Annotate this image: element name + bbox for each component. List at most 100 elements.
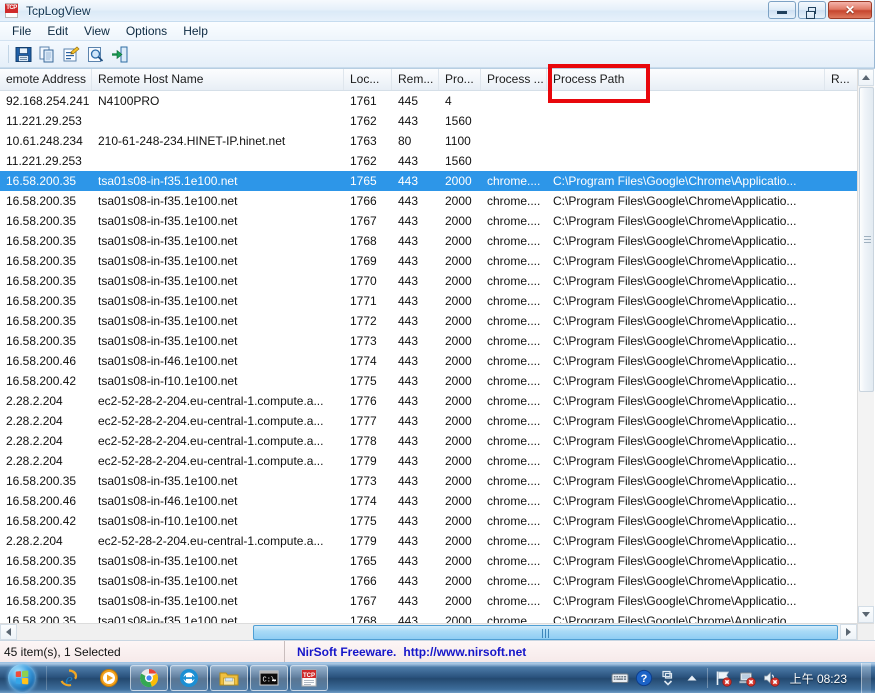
column-header-remote-host-name[interactable]: Remote Host Name [92,69,344,90]
column-header-remote-address[interactable]: emote Address [0,69,92,90]
column-header-remote-port[interactable]: Rem... [392,69,439,90]
cell-process-id: 2000 [445,394,472,408]
menu-edit[interactable]: Edit [39,23,76,40]
start-button[interactable] [0,663,44,694]
nirsoft-link[interactable]: NirSoft Freeware. http://www.nirsoft.net [285,645,526,659]
cell-remote-address: 10.61.248.234 [6,134,83,148]
table-row[interactable]: 16.58.200.35 tsa01s08-in-f35.1e100.net 177… [0,471,857,491]
menu-view[interactable]: View [76,23,118,40]
menu-options[interactable]: Options [118,23,175,40]
cell-process-id: 2000 [445,434,472,448]
horizontal-scrollbar[interactable] [0,623,857,640]
table-row[interactable]: 16.58.200.35 tsa01s08-in-f35.1e100.net 176… [0,571,857,591]
cell-local-port: 1767 [350,214,377,228]
cell-process-id: 2000 [445,174,472,188]
properties-button[interactable] [60,43,82,65]
taskbar-item-teamviewer[interactable] [170,665,208,691]
table-row[interactable]: 16.58.200.35 tsa01s08-in-f35.1e100.net 176… [0,551,857,571]
cell-process-path: C:\Program Files\Google\Chrome\Applicati… [553,214,797,228]
cell-process-path: C:\Program Files\Google\Chrome\Applicati… [553,614,797,623]
table-row[interactable]: 16.58.200.35 tsa01s08-in-f35.1e100.net 176… [0,591,857,611]
table-row[interactable]: 16.58.200.35 tsa01s08-in-f35.1e100.net 177… [0,291,857,311]
taskbar-item-internet-explorer[interactable]: e [50,665,88,691]
taskbar-item-google-chrome[interactable] [130,665,168,691]
exit-button[interactable] [108,43,130,65]
table-row[interactable]: 11.221.29.253 1762 443 1560 [0,151,857,171]
vertical-scrollbar[interactable] [857,69,874,623]
vertical-scrollbar-thumb[interactable] [859,87,874,392]
restore-button[interactable] [798,1,826,19]
save-button[interactable] [12,43,34,65]
scroll-left-button[interactable] [0,624,17,640]
column-header-r[interactable]: R... [825,69,857,90]
google-chrome-icon [139,669,159,688]
horizontal-scrollbar-thumb[interactable] [253,625,838,640]
cell-remote-port: 443 [398,234,419,248]
find-button[interactable] [84,43,106,65]
cell-remote-address: 92.168.254.241 [6,94,90,108]
column-header-process-id[interactable]: Pro... [439,69,481,90]
table-row[interactable]: 11.221.29.253 1762 443 1560 [0,111,857,131]
column-header-local-port[interactable]: Loc... [344,69,392,90]
menu-file[interactable]: File [4,23,39,40]
table-row[interactable]: 2.28.2.204 ec2-52-28-2-204.eu-central-1.c… [0,411,857,431]
table-row[interactable]: 16.58.200.42 tsa01s08-in-f10.1e100.net 177… [0,511,857,531]
show-desktop-button[interactable] [861,662,871,694]
action-center-flag-icon[interactable] [714,669,732,687]
cell-process-name: chrome.... [487,174,541,188]
taskbar-item-windows-explorer[interactable] [210,665,248,691]
table-row[interactable]: 16.58.200.35 tsa01s08-in-f35.1e100.net 177… [0,271,857,291]
table-row[interactable]: 2.28.2.204 ec2-52-28-2-204.eu-central-1.c… [0,391,857,411]
cell-remote-host-name: tsa01s08-in-f35.1e100.net [98,274,238,288]
ime-options-icon[interactable] [659,669,677,687]
menu-help[interactable]: Help [175,23,216,40]
table-row[interactable]: 92.168.254.241 N4100PRO 1761 445 4 [0,91,857,111]
table-row[interactable]: 16.58.200.35 tsa01s08-in-f35.1e100.net 177… [0,311,857,331]
scroll-up-button[interactable] [858,69,874,86]
table-row[interactable]: 2.28.2.204 ec2-52-28-2-204.eu-central-1.c… [0,451,857,471]
table-row[interactable]: 2.28.2.204 ec2-52-28-2-204.eu-central-1.c… [0,431,857,451]
taskbar-item-windows-media-player[interactable] [90,665,128,691]
taskbar-item-command-prompt[interactable]: C:\ [250,665,288,691]
minimize-button[interactable] [768,1,796,19]
network-icon[interactable] [738,669,756,687]
tray-divider [706,668,708,688]
taskbar-clock[interactable]: 上午 08:23 [786,670,853,687]
cell-process-name: chrome.... [487,554,541,568]
cell-local-port: 1775 [350,374,377,388]
column-header-process-name[interactable]: Process ... [481,69,547,90]
table-row[interactable]: 16.58.200.46 tsa01s08-in-f46.1e100.net 177… [0,351,857,371]
cell-process-id: 1100 [445,134,471,148]
keyboard-icon[interactable] [611,669,629,687]
show-hidden-icons-icon[interactable] [683,669,701,687]
taskbar-item-tcplogview[interactable]: TCP [290,665,328,691]
table-row[interactable]: 16.58.200.35 tsa01s08-in-f35.1e100.net 176… [0,231,857,251]
table-row[interactable]: 16.58.200.35 tsa01s08-in-f35.1e100.net 176… [0,251,857,271]
table-row[interactable]: 16.58.200.42 tsa01s08-in-f10.1e100.net 177… [0,371,857,391]
table-row[interactable]: 16.58.200.46 tsa01s08-in-f46.1e100.net 177… [0,491,857,511]
ime-help-icon[interactable]: ? [635,669,653,687]
cell-remote-address: 11.221.29.253 [6,114,82,128]
column-header-process-path[interactable]: Process Path [547,69,825,90]
cell-remote-address: 16.58.200.35 [6,474,77,488]
cell-remote-host-name: tsa01s08-in-f35.1e100.net [98,574,238,588]
table-row[interactable]: 16.58.200.35 tsa01s08-in-f35.1e100.net 176… [0,171,857,191]
cell-local-port: 1773 [350,474,377,488]
table-row[interactable]: 16.58.200.35 tsa01s08-in-f35.1e100.net 176… [0,611,857,623]
close-button[interactable]: ✕ [828,1,872,19]
table-row[interactable]: 16.58.200.35 tsa01s08-in-f35.1e100.net 177… [0,331,857,351]
scroll-right-button[interactable] [840,624,857,640]
cell-process-path: C:\Program Files\Google\Chrome\Applicati… [553,514,797,528]
table-row[interactable]: 10.61.248.234 210-61-248-234.HINET-IP.hin… [0,131,857,151]
volume-icon[interactable] [762,669,780,687]
taskbar-separator [46,666,47,690]
copy-button[interactable] [36,43,58,65]
cell-process-name: chrome.... [487,594,541,608]
table-row[interactable]: 16.58.200.35 tsa01s08-in-f35.1e100.net 176… [0,191,857,211]
nirsoft-url[interactable]: http://www.nirsoft.net [403,645,526,659]
table-row[interactable]: 2.28.2.204 ec2-52-28-2-204.eu-central-1.c… [0,531,857,551]
table-row[interactable]: 16.58.200.35 tsa01s08-in-f35.1e100.net 176… [0,211,857,231]
cell-process-name: chrome.... [487,354,541,368]
scroll-down-button[interactable] [858,606,874,623]
title-bar[interactable]: TCP TcpLogView ✕ [0,0,874,22]
